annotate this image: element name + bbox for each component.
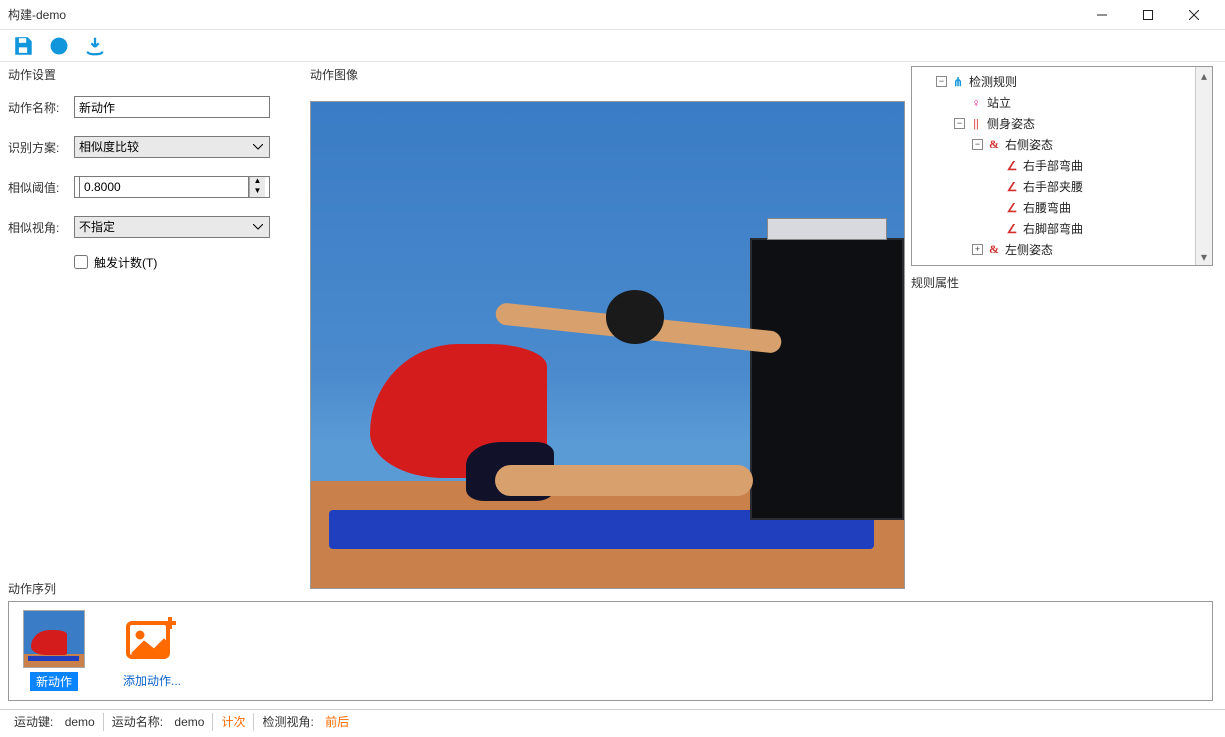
angle-icon: ∠	[1005, 201, 1019, 215]
person-icon: ♀	[969, 96, 983, 110]
status-bar: 运动键: demo 运动名称: demo 计次 检测视角: 前后	[0, 709, 1225, 733]
scheme-label: 识别方案:	[8, 139, 74, 156]
status-name-label: 运动名称:	[112, 713, 163, 730]
properties-label: 规则属性	[911, 276, 959, 290]
angle-icon: ∠	[1005, 222, 1019, 236]
sequence-item[interactable]: 新动作	[23, 610, 85, 691]
sequence-list: 新动作 添加动作...	[8, 601, 1213, 701]
status-mode: 计次	[221, 713, 245, 730]
scroll-down[interactable]: ▾	[1196, 248, 1212, 265]
view-select[interactable]: 不指定	[74, 216, 270, 238]
tree-item-label[interactable]: 站立	[987, 94, 1011, 111]
main-area: 动作设置 动作名称: 识别方案: 相似度比较 相似阈值: ▲▼ 相似视角: 不指…	[0, 62, 1225, 709]
sequence-panel: 动作序列 新动作 添加动作...	[8, 580, 1213, 709]
tree-toggle[interactable]: −	[972, 139, 983, 150]
add-action-button[interactable]: 添加动作...	[121, 610, 183, 689]
titlebar: 构建-demo	[0, 0, 1225, 30]
tree-scrollbar[interactable]: ▴ ▾	[1195, 67, 1212, 265]
share-icon: ⋔	[951, 75, 965, 89]
svg-text:A: A	[55, 40, 63, 52]
minimize-button[interactable]	[1079, 0, 1125, 30]
image-panel-label: 动作图像	[310, 66, 905, 83]
tree-item-label[interactable]: 右腰弯曲	[1023, 199, 1071, 216]
tree-item-label[interactable]: 侧身姿态	[987, 115, 1035, 132]
trigger-label: 触发计数(T)	[94, 254, 157, 271]
window-title: 构建-demo	[8, 6, 1079, 23]
redo-button[interactable]: A	[46, 33, 72, 59]
toolbar: A	[0, 30, 1225, 62]
tree-toggle[interactable]: −	[936, 76, 947, 87]
view-label: 相似视角:	[8, 219, 74, 236]
rule-tree[interactable]: −⋔检测规则 ♀站立 −||侧身姿态 −&右侧姿态 ∠右手部弯曲 ∠右手部夹腰 …	[911, 66, 1213, 266]
settings-panel: 动作设置 动作名称: 识别方案: 相似度比较 相似阈值: ▲▼ 相似视角: 不指…	[8, 66, 304, 576]
status-view-label: 检测视角:	[262, 713, 313, 730]
right-panel: −⋔检测规则 ♀站立 −||侧身姿态 −&右侧姿态 ∠右手部弯曲 ∠右手部夹腰 …	[911, 66, 1213, 576]
tree-toggle[interactable]: +	[972, 244, 983, 255]
add-action-label: 添加动作...	[123, 672, 181, 689]
window-buttons	[1079, 0, 1217, 30]
status-view-value: 前后	[325, 713, 349, 730]
add-image-icon	[121, 610, 183, 668]
parallel-icon: ||	[969, 117, 983, 131]
image-panel: 动作图像	[304, 66, 911, 576]
tree-item-label[interactable]: 右手部弯曲	[1023, 157, 1083, 174]
tree-toggle[interactable]: −	[954, 118, 965, 129]
amp-icon: &	[987, 243, 1001, 257]
tree-root-label[interactable]: 检测规则	[969, 73, 1017, 90]
spin-down[interactable]: ▼	[250, 187, 265, 197]
threshold-label: 相似阈值:	[8, 179, 74, 196]
sequence-caption: 新动作	[30, 672, 78, 691]
pose-image[interactable]	[310, 101, 905, 589]
threshold-input[interactable]	[79, 176, 249, 198]
tree-item-label[interactable]: 右手部夹腰	[1023, 178, 1083, 195]
settings-group-label: 动作设置	[8, 66, 304, 83]
pose-scene	[311, 102, 904, 588]
tree-item-label[interactable]: 左侧姿态	[1005, 241, 1053, 258]
status-key-value: demo	[65, 715, 95, 729]
maximize-button[interactable]	[1125, 0, 1171, 30]
scheme-select[interactable]: 相似度比较	[74, 136, 270, 158]
sequence-thumb	[23, 610, 85, 668]
save-button[interactable]	[10, 33, 36, 59]
tree-item-label[interactable]: 右脚部弯曲	[1023, 220, 1083, 237]
name-label: 动作名称:	[8, 99, 74, 116]
status-key-label: 运动键:	[14, 713, 53, 730]
action-name-input[interactable]	[74, 96, 270, 118]
download-button[interactable]	[82, 33, 108, 59]
threshold-spinner[interactable]: ▲▼	[74, 176, 270, 198]
scroll-up[interactable]: ▴	[1196, 67, 1212, 84]
properties-panel: 规则属性	[911, 274, 1213, 576]
trigger-checkbox[interactable]	[74, 255, 88, 269]
amp-icon: &	[987, 138, 1001, 152]
angle-icon: ∠	[1005, 159, 1019, 173]
close-button[interactable]	[1171, 0, 1217, 30]
angle-icon: ∠	[1005, 180, 1019, 194]
status-name-value: demo	[174, 715, 204, 729]
tree-item-label[interactable]: 右侧姿态	[1005, 136, 1053, 153]
